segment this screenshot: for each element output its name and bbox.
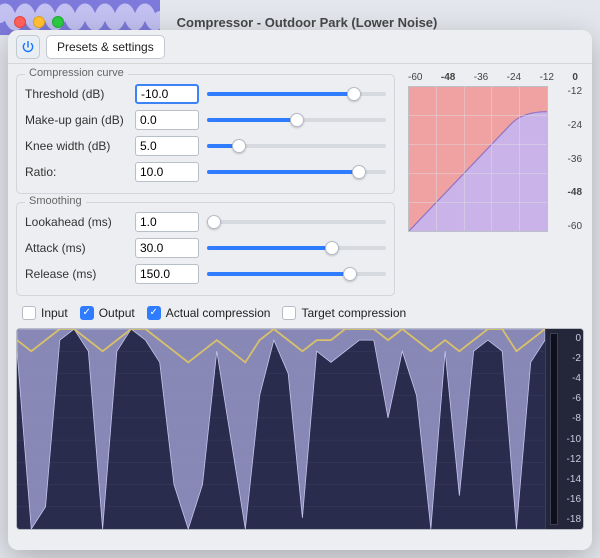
lookahead-input[interactable]: [135, 212, 199, 232]
tick: -12: [540, 72, 554, 86]
ratio-slider[interactable]: [207, 162, 386, 182]
smoothing-group: Smoothing Lookahead (ms) Attack (ms) Rel…: [16, 202, 395, 296]
tick: -60: [552, 221, 582, 232]
compression-curve-chart: -60 -48 -36 -24 -12 0 -12 -24: [408, 72, 578, 232]
zoom-button[interactable]: [52, 16, 64, 28]
window-title: Compressor - Outdoor Park (Lower Noise): [72, 15, 592, 30]
actual-compression-checkbox[interactable]: Actual compression: [147, 306, 271, 320]
release-input[interactable]: [135, 264, 199, 284]
tick: -48: [441, 72, 455, 86]
threshold-label: Threshold (dB): [25, 87, 129, 101]
makeup-gain-input[interactable]: [135, 110, 199, 130]
label: Output: [99, 306, 135, 320]
input-checkbox[interactable]: Input: [22, 306, 68, 320]
knee-width-label: Knee width (dB): [25, 139, 129, 153]
release-row: Release (ms): [25, 261, 386, 287]
presets-settings-button[interactable]: Presets & settings: [46, 35, 165, 59]
label: Input: [41, 306, 68, 320]
tick: -60: [408, 72, 422, 86]
knee-width-row: Knee width (dB): [25, 133, 386, 159]
ratio-label: Ratio:: [25, 165, 129, 179]
display-toggles: Input Output Actual compression Target c…: [8, 300, 592, 326]
knee-width-slider[interactable]: [207, 136, 386, 156]
label: Actual compression: [166, 306, 271, 320]
compressor-window: Presets & settings Compression curve Thr…: [8, 30, 592, 550]
tick: -36: [474, 72, 488, 86]
makeup-gain-slider[interactable]: [207, 110, 386, 130]
threshold-row: Threshold (dB): [25, 81, 386, 107]
attack-label: Attack (ms): [25, 241, 129, 255]
attack-slider[interactable]: [207, 238, 386, 258]
lookahead-row: Lookahead (ms): [25, 209, 386, 235]
titlebar: Compressor - Outdoor Park (Lower Noise): [14, 8, 592, 36]
presets-settings-label: Presets & settings: [57, 40, 154, 54]
level-bar: [550, 333, 558, 525]
curve-axis-right: -12 -24 -36 -48 -60: [552, 86, 582, 232]
threshold-input[interactable]: [135, 84, 199, 104]
knee-width-input[interactable]: [135, 136, 199, 156]
window-controls: [14, 16, 64, 28]
threshold-slider[interactable]: [207, 84, 386, 104]
meter-axis: 0 -2 -4 -6 -8 -10 -12 -14 -16 -18: [545, 329, 583, 529]
makeup-gain-row: Make-up gain (dB): [25, 107, 386, 133]
group-title: Smoothing: [25, 195, 86, 207]
lookahead-label: Lookahead (ms): [25, 215, 129, 229]
target-compression-checkbox[interactable]: Target compression: [282, 306, 406, 320]
group-title: Compression curve: [25, 67, 128, 79]
tick: -36: [552, 154, 582, 165]
tick: -24: [552, 120, 582, 131]
attack-row: Attack (ms): [25, 235, 386, 261]
release-label: Release (ms): [25, 267, 129, 281]
meter-plot: [17, 329, 545, 529]
curve-axis-top: -60 -48 -36 -24 -12 0: [408, 72, 578, 86]
gain-reduction-meter: 0 -2 -4 -6 -8 -10 -12 -14 -16 -18: [16, 328, 584, 530]
tick: 0: [572, 72, 578, 86]
lookahead-slider[interactable]: [207, 212, 386, 232]
makeup-gain-label: Make-up gain (dB): [25, 113, 129, 127]
minimize-button[interactable]: [33, 16, 45, 28]
tick: -12: [552, 86, 582, 97]
compression-curve-group: Compression curve Threshold (dB) Make-up…: [16, 74, 395, 194]
power-icon: [21, 40, 35, 54]
tick: -48: [552, 187, 582, 198]
release-slider[interactable]: [207, 264, 386, 284]
curve-plot: [408, 86, 548, 232]
label: Target compression: [301, 306, 406, 320]
power-toggle[interactable]: [16, 35, 40, 59]
attack-input[interactable]: [135, 238, 199, 258]
ratio-input[interactable]: [135, 162, 199, 182]
ratio-row: Ratio:: [25, 159, 386, 185]
tick: -24: [507, 72, 521, 86]
close-button[interactable]: [14, 16, 26, 28]
output-checkbox[interactable]: Output: [80, 306, 135, 320]
